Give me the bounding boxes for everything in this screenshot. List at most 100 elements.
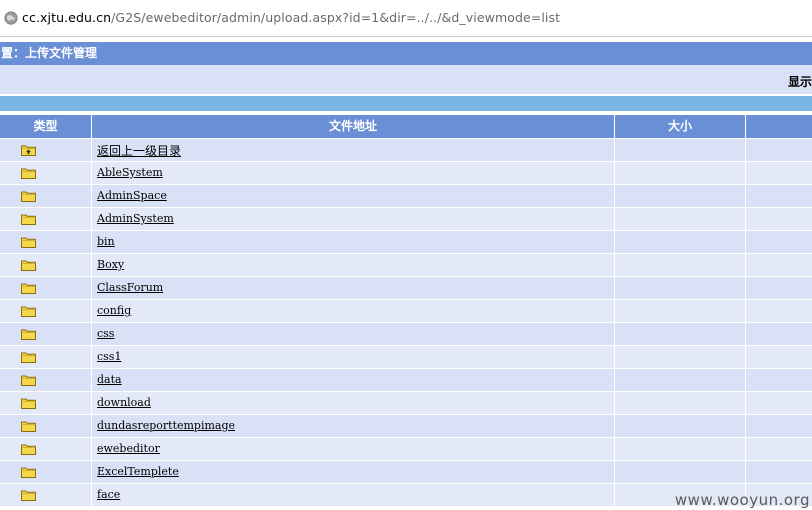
type-cell <box>0 438 91 460</box>
type-cell <box>0 139 91 161</box>
type-cell <box>0 369 91 391</box>
size-cell <box>615 392 745 414</box>
address-bar[interactable]: cc.xjtu.edu.cn/G2S/ewebeditor/admin/uplo… <box>0 0 812 37</box>
size-cell <box>615 185 745 207</box>
folder-link[interactable]: ClassForum <box>97 281 163 294</box>
parent-directory-link[interactable]: 返回上一级目录 <box>97 142 181 159</box>
size-cell <box>615 208 745 230</box>
type-cell <box>0 162 91 184</box>
folder-icon[interactable] <box>21 397 36 409</box>
folder-icon[interactable] <box>21 466 36 478</box>
type-cell <box>0 484 91 506</box>
type-cell <box>0 392 91 414</box>
folder-icon[interactable] <box>21 489 36 501</box>
url-path: /G2S/ewebeditor/admin/upload.aspx?id=1&d… <box>111 10 561 25</box>
name-cell: Boxy <box>92 254 614 276</box>
extra-cell <box>746 277 812 299</box>
folder-link[interactable]: data <box>97 373 122 386</box>
table-row: dundasreporttempimage <box>0 415 812 437</box>
page-title-bar: 置：上传文件管理 <box>0 42 812 65</box>
folder-icon[interactable] <box>21 213 36 225</box>
size-cell <box>615 346 745 368</box>
folder-icon[interactable] <box>21 420 36 432</box>
table-row: AdminSystem <box>0 208 812 230</box>
name-cell: AdminSystem <box>92 208 614 230</box>
url-text[interactable]: cc.xjtu.edu.cn/G2S/ewebeditor/admin/uplo… <box>22 10 560 25</box>
folder-link[interactable]: config <box>97 304 131 317</box>
name-cell: ewebeditor <box>92 438 614 460</box>
size-cell <box>615 438 745 460</box>
table-row: data <box>0 369 812 391</box>
type-cell <box>0 323 91 345</box>
folder-link[interactable]: ewebeditor <box>97 442 160 455</box>
folder-icon[interactable] <box>21 167 36 179</box>
show-label: 显示 <box>787 75 812 89</box>
watermark: www.wooyun.org <box>674 491 810 509</box>
folder-link[interactable]: css <box>97 327 114 340</box>
table-row: Boxy <box>0 254 812 276</box>
name-cell: css1 <box>92 346 614 368</box>
name-cell: AdminSpace <box>92 185 614 207</box>
header-type: 类型 <box>33 119 58 133</box>
folder-link[interactable]: ExcelTemplete <box>97 465 179 478</box>
folder-icon[interactable] <box>21 374 36 386</box>
name-cell: download <box>92 392 614 414</box>
folder-up-icon[interactable] <box>21 144 36 156</box>
type-cell <box>0 231 91 253</box>
table-row: css1 <box>0 346 812 368</box>
folder-icon[interactable] <box>21 328 36 340</box>
type-cell <box>0 461 91 483</box>
extra-cell <box>746 300 812 322</box>
table-row: config <box>0 300 812 322</box>
name-cell: bin <box>92 231 614 253</box>
folder-link[interactable]: AdminSpace <box>97 189 167 202</box>
folder-icon[interactable] <box>21 443 36 455</box>
name-cell: data <box>92 369 614 391</box>
name-cell: AbleSystem <box>92 162 614 184</box>
folder-icon[interactable] <box>21 236 36 248</box>
extra-cell <box>746 392 812 414</box>
folder-icon[interactable] <box>21 305 36 317</box>
type-cell <box>0 277 91 299</box>
table-row: AdminSpace <box>0 185 812 207</box>
size-cell <box>615 139 745 161</box>
extra-cell <box>746 139 812 161</box>
size-cell <box>615 323 745 345</box>
type-cell <box>0 346 91 368</box>
extra-cell <box>746 438 812 460</box>
name-cell: face <box>92 484 614 506</box>
folder-link[interactable]: bin <box>97 235 115 248</box>
extra-cell <box>746 323 812 345</box>
folder-link[interactable]: dundasreporttempimage <box>97 419 235 432</box>
table-row: ewebeditor <box>0 438 812 460</box>
header-extra <box>746 115 812 138</box>
folder-link[interactable]: download <box>97 396 151 409</box>
folder-link[interactable]: css1 <box>97 350 121 363</box>
folder-icon[interactable] <box>21 282 36 294</box>
name-cell: 返回上一级目录 <box>92 139 614 161</box>
folder-icon[interactable] <box>21 351 36 363</box>
file-table: 类型 文件地址 大小 返回上一级目录 AbleSystem AdminSpace Ad… <box>0 115 812 506</box>
size-cell <box>615 162 745 184</box>
size-cell <box>615 369 745 391</box>
folder-link[interactable]: face <box>97 488 120 501</box>
folder-icon[interactable] <box>21 259 36 271</box>
url-host: cc.xjtu.edu.cn <box>22 10 112 25</box>
table-row: AbleSystem <box>0 162 812 184</box>
size-cell <box>615 231 745 253</box>
extra-cell <box>746 231 812 253</box>
table-row: bin <box>0 231 812 253</box>
folder-icon[interactable] <box>21 190 36 202</box>
size-cell <box>615 415 745 437</box>
name-cell: config <box>92 300 614 322</box>
table-row: download <box>0 392 812 414</box>
table-row: ExcelTemplete <box>0 461 812 483</box>
folder-link[interactable]: AdminSystem <box>97 212 174 225</box>
header-size: 大小 <box>667 119 692 133</box>
table-row: ClassForum <box>0 277 812 299</box>
table-header: 类型 文件地址 大小 <box>0 115 812 138</box>
size-cell <box>615 300 745 322</box>
extra-cell <box>746 461 812 483</box>
folder-link[interactable]: AbleSystem <box>97 166 163 179</box>
folder-link[interactable]: Boxy <box>97 258 124 271</box>
